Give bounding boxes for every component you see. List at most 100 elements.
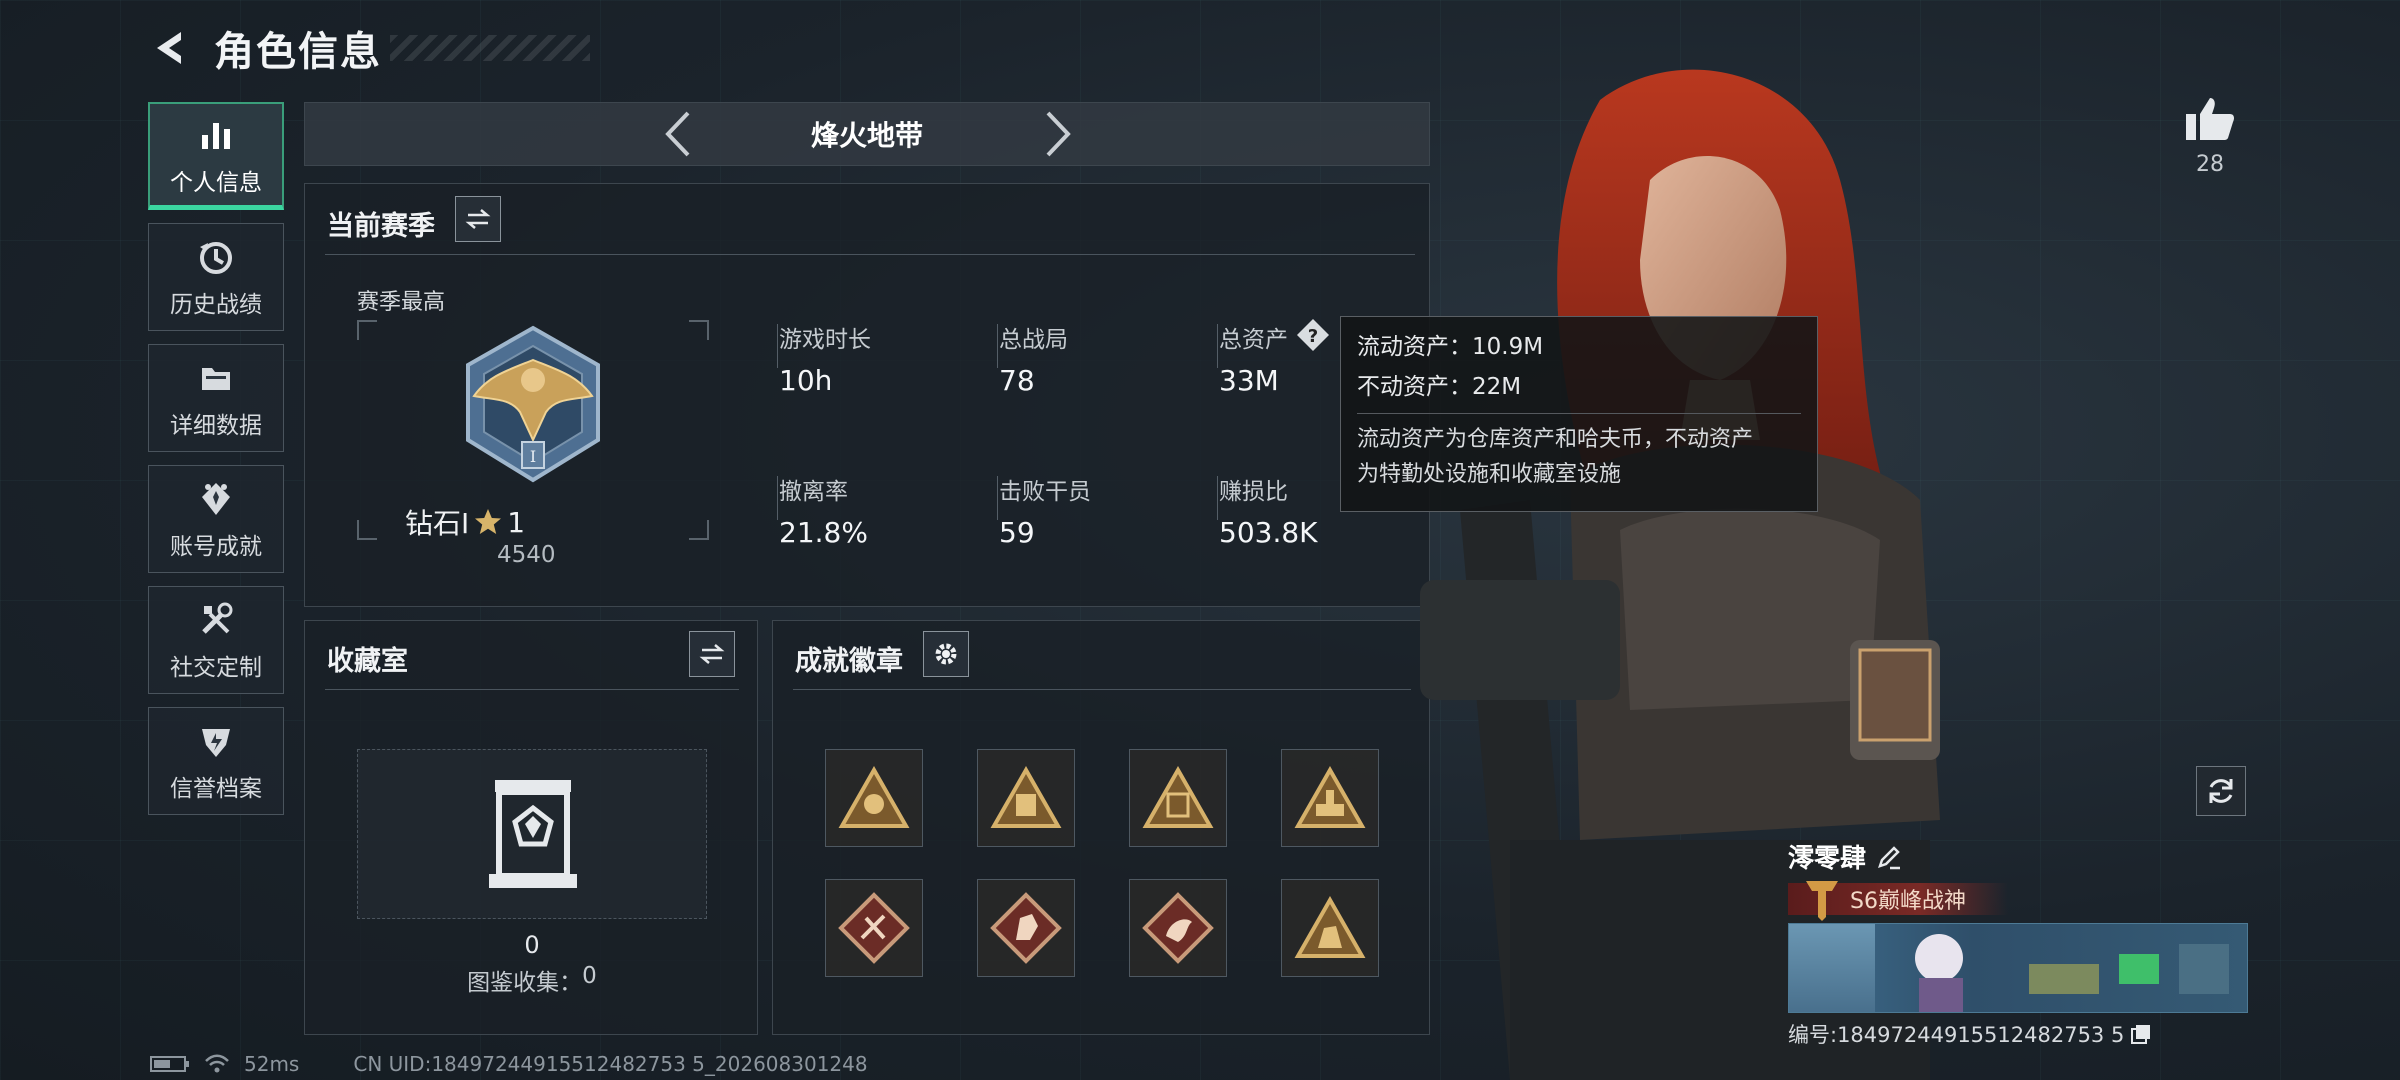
badge-triangle-icon bbox=[1294, 766, 1366, 828]
title-decoration bbox=[390, 35, 590, 61]
divider bbox=[325, 254, 1415, 255]
svg-text:I: I bbox=[530, 447, 536, 466]
badge-triangle-icon bbox=[990, 766, 1062, 828]
badge-triangle-icon bbox=[1142, 766, 1214, 828]
sidebar-item-social[interactable]: 社交定制 bbox=[148, 586, 284, 694]
swap-icon bbox=[465, 209, 491, 229]
season-title: 当前赛季 bbox=[327, 211, 435, 242]
refresh-button[interactable] bbox=[2196, 766, 2246, 816]
chevron-left-icon bbox=[665, 111, 690, 157]
achievement-badge[interactable] bbox=[1281, 879, 1379, 977]
bar-chart-icon bbox=[194, 113, 238, 157]
sidebar-item-personal-info[interactable]: 个人信息 bbox=[148, 102, 284, 210]
asset-tooltip: 流动资产：10.9M 不动资产：22M 流动资产为仓库资产和哈夫币，不动资产 为… bbox=[1340, 316, 1818, 512]
sidebar-item-label: 历史战绩 bbox=[170, 292, 262, 318]
achievement-badge[interactable] bbox=[1129, 879, 1227, 977]
badge-triangle-icon bbox=[838, 766, 910, 828]
player-banner[interactable] bbox=[1788, 923, 2248, 1013]
title-emblem-icon bbox=[1806, 881, 1838, 921]
header: 角色信息 bbox=[148, 18, 590, 78]
sidebar-item-achievements[interactable]: 账号成就 bbox=[148, 465, 284, 573]
rank-name-text: 钻石Ⅰ bbox=[405, 507, 470, 540]
sidebar-item-history[interactable]: 历史战绩 bbox=[148, 223, 284, 331]
sidebar: 个人信息 历史战绩 详细数据 账号成就 社交定制 信誉档案 bbox=[148, 102, 284, 828]
mode-next-button[interactable] bbox=[1033, 109, 1083, 159]
banner-avatar bbox=[1789, 924, 1875, 1012]
mode-label: 烽火地带 bbox=[810, 119, 923, 152]
like-button[interactable]: 28 bbox=[2180, 96, 2240, 177]
achievement-badge[interactable] bbox=[825, 879, 923, 977]
tooltip-description-line1: 流动资产为仓库资产和哈夫币，不动资产 bbox=[1357, 427, 1754, 452]
stat-profit-loss-ratio: 赚损比 503.8K bbox=[1219, 479, 1318, 549]
wrench-tools-icon bbox=[194, 598, 238, 642]
achievements-title: 成就徽章 bbox=[795, 646, 903, 677]
sidebar-item-label: 信誉档案 bbox=[170, 776, 262, 802]
battery-icon bbox=[150, 1056, 189, 1072]
status-bar: 52ms CN UID:18497244915512482753 5_20260… bbox=[150, 1052, 868, 1076]
svg-text:?: ? bbox=[1308, 326, 1318, 347]
sidebar-item-details[interactable]: 详细数据 bbox=[148, 344, 284, 452]
collection-caption: 图鉴收集： 0 bbox=[467, 963, 597, 996]
diamond-rank-emblem-icon: I bbox=[466, 325, 600, 483]
achievement-badge[interactable] bbox=[825, 749, 923, 847]
achievement-badge[interactable] bbox=[977, 879, 1075, 977]
stat-operators-defeated: 击败干员 59 bbox=[999, 479, 1091, 549]
achievement-badge[interactable] bbox=[1281, 749, 1379, 847]
player-id-row: 编号:18497244915512482753 5 bbox=[1788, 1019, 2248, 1049]
gear-icon bbox=[935, 643, 957, 665]
achievement-badge[interactable] bbox=[977, 749, 1075, 847]
sidebar-item-label: 社交定制 bbox=[170, 655, 262, 681]
season-best-label: 赛季最高 bbox=[357, 290, 446, 315]
edit-pencil-icon[interactable] bbox=[1876, 844, 1902, 870]
player-id: 编号:18497244915512482753 5 bbox=[1788, 1023, 2125, 1047]
divider bbox=[325, 689, 739, 690]
sidebar-item-label: 个人信息 bbox=[170, 169, 262, 196]
rank-star-count: 1 bbox=[507, 505, 526, 539]
swap-icon bbox=[699, 644, 725, 664]
mode-prev-button[interactable] bbox=[653, 109, 703, 159]
back-arrow-icon bbox=[157, 32, 181, 64]
collection-title: 收藏室 bbox=[327, 646, 408, 677]
achievement-icon bbox=[194, 477, 238, 521]
collection-switch-button[interactable] bbox=[689, 631, 735, 677]
back-button[interactable] bbox=[148, 25, 194, 71]
season-switch-button[interactable] bbox=[455, 196, 501, 242]
collection-room-panel: 收藏室 0 图鉴收集： 0 bbox=[304, 620, 758, 1035]
thumbs-up-icon bbox=[2186, 98, 2234, 140]
mode-selector: 烽火地带 bbox=[304, 102, 1430, 166]
achievement-badges-panel: 成就徽章 bbox=[772, 620, 1430, 1035]
badge-diamond-icon bbox=[1142, 892, 1214, 964]
sidebar-item-credit[interactable]: 信誉档案 bbox=[148, 707, 284, 815]
player-title-badge: S6巅峰战神 bbox=[1788, 881, 2008, 921]
badge-diamond-icon bbox=[838, 892, 910, 964]
tooltip-description-line2: 为特勤处设施和收藏室设施 bbox=[1357, 462, 1622, 487]
achievement-badge[interactable] bbox=[1129, 749, 1227, 847]
sidebar-item-label: 账号成就 bbox=[170, 534, 262, 560]
copy-icon[interactable] bbox=[2130, 1023, 2152, 1045]
player-card: 澪零肆 S6巅峰战神 编号:18497244915512482753 5 bbox=[1788, 838, 2248, 1049]
stat-total-assets: 总资产 33M bbox=[1219, 327, 1288, 397]
star-icon bbox=[475, 509, 502, 534]
ping-value: 52ms bbox=[244, 1052, 300, 1076]
player-name: 澪零肆 bbox=[1788, 844, 1867, 874]
stat-extraction-rate: 撤离率 21.8% bbox=[779, 479, 868, 549]
stat-playtime: 游戏时长 10h bbox=[779, 327, 871, 397]
rank-score: 4540 bbox=[497, 542, 556, 568]
credit-shield-icon bbox=[194, 719, 238, 763]
collection-showcase[interactable] bbox=[357, 749, 707, 919]
player-title: S6巅峰战神 bbox=[1850, 889, 1966, 914]
asset-help-button[interactable]: ? bbox=[1296, 318, 1330, 352]
badge-triangle-icon bbox=[1294, 896, 1366, 958]
tooltip-fixed-assets: 不动资产：22M bbox=[1357, 374, 1522, 400]
like-count: 28 bbox=[2196, 152, 2224, 177]
history-clock-icon bbox=[194, 235, 238, 279]
achievements-settings-button[interactable] bbox=[923, 631, 969, 677]
display-case-icon bbox=[489, 780, 577, 888]
chevron-right-icon bbox=[1046, 111, 1071, 157]
wifi-icon bbox=[205, 1054, 229, 1073]
uid-text: CN UID:18497244915512482753 5_2026083012… bbox=[353, 1052, 868, 1076]
tooltip-liquid-assets: 流动资产：10.9M bbox=[1357, 334, 1544, 360]
player-name-row: 澪零肆 bbox=[1788, 838, 2248, 875]
badge-diamond-icon bbox=[990, 892, 1062, 964]
current-season-panel: 当前赛季 赛季最高 I 钻石Ⅰ 1 4540 游戏时长 10h 总战局 78 总… bbox=[304, 183, 1430, 607]
